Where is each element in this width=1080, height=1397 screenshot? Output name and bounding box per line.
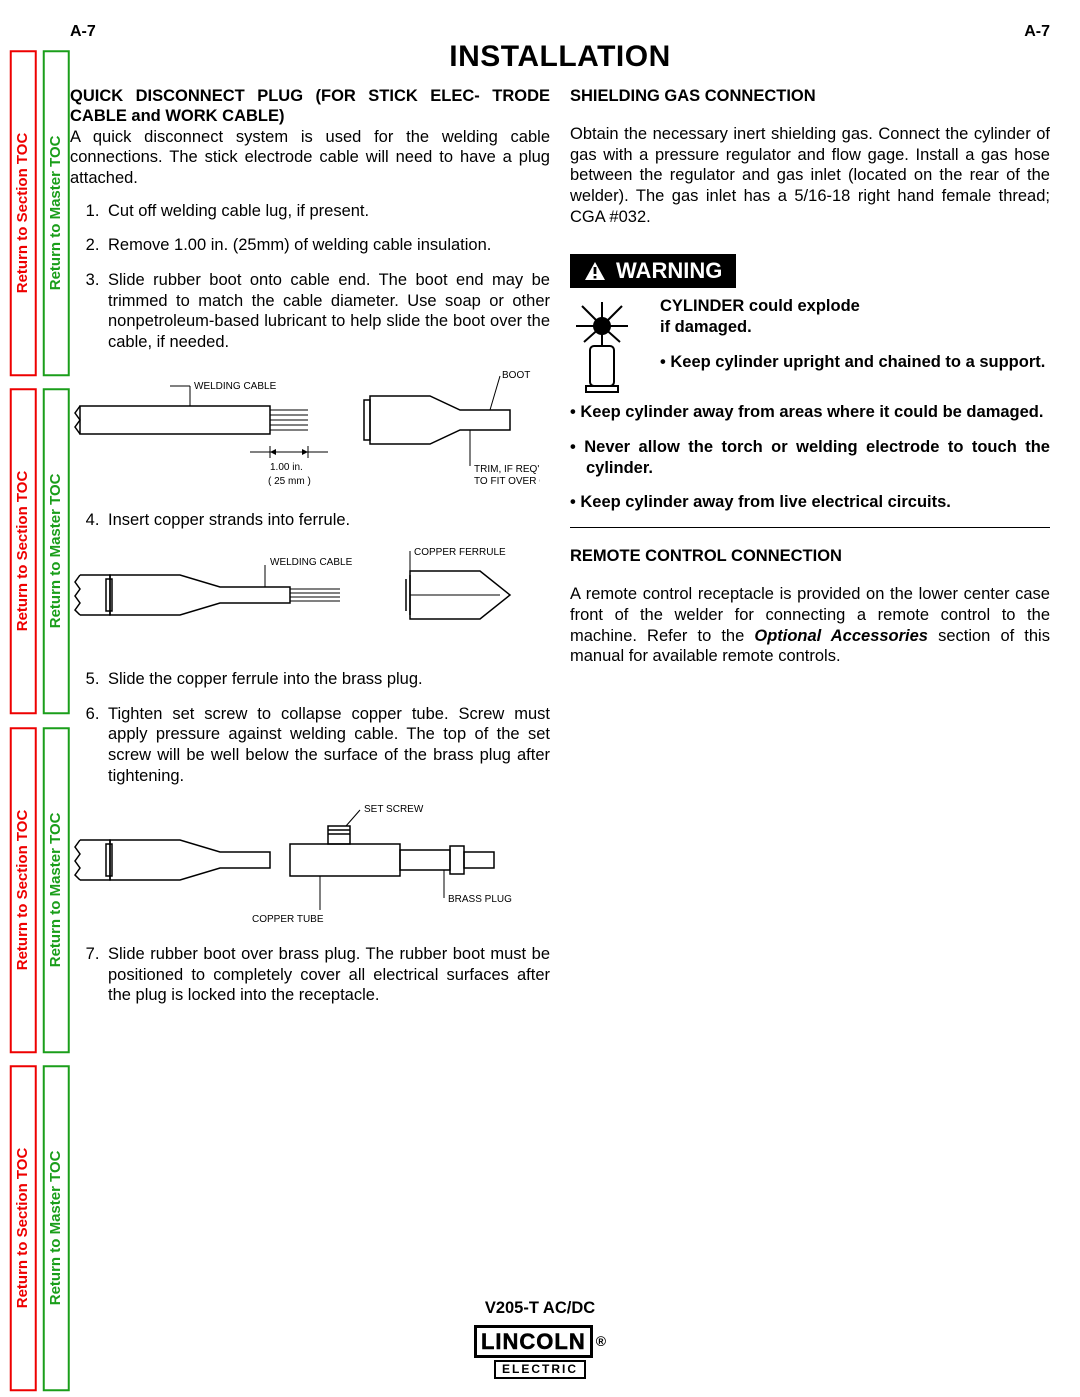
svg-text:COPPER TUBE: COPPER TUBE <box>252 914 324 925</box>
shielding-gas-body: Obtain the necessary inert shielding gas… <box>570 124 1050 227</box>
registered-icon: ® <box>596 1333 606 1351</box>
return-master-toc-2[interactable]: Return to Master TOC <box>43 388 70 714</box>
svg-text:TRIM, IF REQ'D: TRIM, IF REQ'D <box>474 464 540 475</box>
svg-text:WELDING CABLE: WELDING CABLE <box>270 557 353 568</box>
warning-text: WARNING <box>616 257 722 285</box>
warning-headline-1: CYLINDER could explode <box>660 296 1050 317</box>
return-section-toc-3[interactable]: Return to Section TOC <box>10 727 37 1053</box>
step-5: Slide the copper ferrule into the brass … <box>104 669 550 690</box>
step-3: Slide rubber boot onto cable end. The bo… <box>104 270 550 353</box>
return-section-toc-4[interactable]: Return to Section TOC <box>10 1065 37 1391</box>
svg-text:SET SCREW: SET SCREW <box>364 804 424 815</box>
svg-text:1.00 in.: 1.00 in. <box>270 462 303 473</box>
return-section-toc-1[interactable]: Return to Section TOC <box>10 50 37 376</box>
page-code-left: A-7 <box>70 22 96 42</box>
footer: V205-T AC/DC LINCOLN ® ELECTRIC <box>0 1298 1080 1379</box>
warning-bullet-3: Keep cylinder away from live electrical … <box>570 492 1050 513</box>
svg-text:BOOT: BOOT <box>502 370 530 381</box>
divider <box>570 527 1050 528</box>
svg-text:( 25 mm ): ( 25 mm ) <box>268 476 311 487</box>
quick-disconnect-heading: QUICK DISCONNECT PLUG (FOR STICK ELEC- T… <box>70 86 550 127</box>
return-master-toc-1[interactable]: Return to Master TOC <box>43 50 70 376</box>
svg-text:TO FIT OVER CABLE: TO FIT OVER CABLE <box>474 476 540 487</box>
quick-disconnect-intro: A quick disconnect system is used for th… <box>70 127 550 189</box>
diagram-ferrule: WELDING CABLE COPPER FERRULE <box>70 545 550 655</box>
svg-text:BRASS PLUG: BRASS PLUG <box>448 894 512 905</box>
step-7: Slide rubber boot over brass plug. The r… <box>104 944 550 1006</box>
warning-bullet-1: Keep cylinder away from areas where it c… <box>570 402 1050 423</box>
warning-bullet-0: Keep cylinder upright and chained to a s… <box>660 352 1050 373</box>
remote-control-body: A remote control receptacle is provided … <box>570 584 1050 667</box>
return-master-toc-3[interactable]: Return to Master TOC <box>43 727 70 1053</box>
warning-label: WARNING <box>570 254 736 289</box>
sidebar: Return to Section TOC Return to Section … <box>10 50 70 1391</box>
svg-text:COPPER FERRULE: COPPER FERRULE <box>414 547 506 558</box>
return-section-toc-2[interactable]: Return to Section TOC <box>10 388 37 714</box>
right-column: SHIELDING GAS CONNECTION Obtain the nece… <box>570 86 1050 1021</box>
shielding-gas-heading: SHIELDING GAS CONNECTION <box>570 86 1050 107</box>
diagram-cable-boot: WELDING CABLE BOOT 1.00 in. ( 25 mm ) TR… <box>70 366 550 496</box>
warning-triangle-icon <box>584 261 606 281</box>
svg-text:WELDING CABLE: WELDING CABLE <box>194 381 277 392</box>
page-title: INSTALLATION <box>70 38 1050 76</box>
page-code-right: A-7 <box>1024 22 1050 42</box>
step-4: Insert copper strands into ferrule. <box>104 510 550 531</box>
explosion-icon <box>570 296 648 396</box>
brand-main: LINCOLN <box>474 1325 593 1359</box>
brand-sub: ELECTRIC <box>494 1360 586 1379</box>
warning-bullet-2: Never allow the torch or welding electro… <box>570 437 1050 478</box>
lincoln-logo: LINCOLN ® ELECTRIC <box>0 1325 1080 1380</box>
step-6: Tighten set screw to collapse copper tub… <box>104 704 550 787</box>
remote-control-heading: REMOTE CONTROL CONNECTION <box>570 546 1050 567</box>
warning-headline-2: if damaged. <box>660 317 1050 338</box>
left-column: QUICK DISCONNECT PLUG (FOR STICK ELEC- T… <box>70 86 550 1021</box>
return-master-toc-4[interactable]: Return to Master TOC <box>43 1065 70 1391</box>
model-number: V205-T AC/DC <box>0 1298 1080 1319</box>
step-2: Remove 1.00 in. (25mm) of welding cable … <box>104 235 550 256</box>
step-1: Cut off welding cable lug, if present. <box>104 201 550 222</box>
diagram-brass-plug: SET SCREW BRASS PLUG COPPER TUBE <box>70 800 550 930</box>
